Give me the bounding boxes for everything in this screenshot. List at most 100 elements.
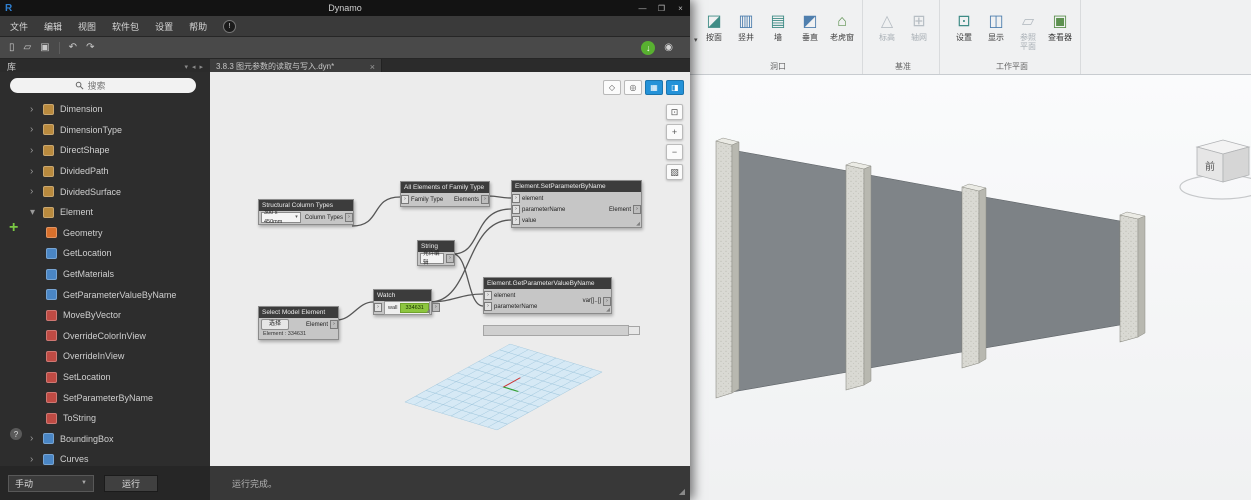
wall-panel[interactable] <box>864 174 962 369</box>
node-element-setparameterbyname[interactable]: Element.SetParameterByName ›element ›par… <box>511 180 642 228</box>
concrete-column[interactable] <box>846 162 871 390</box>
library-item-tostring[interactable]: ToString <box>0 408 210 429</box>
node-all-elements-of-family-type[interactable]: All Elements of Family Type › Family Typ… <box>400 181 490 207</box>
geometry-view-icon[interactable]: ◨ <box>666 80 684 95</box>
pane-left-icon[interactable]: ◂ <box>192 63 196 71</box>
notifications-icon[interactable]: ! <box>223 20 236 33</box>
group-label-workplane[interactable]: 工作平面 <box>949 59 1075 74</box>
node-watch[interactable]: Watch › wall 334631 › ◢ <box>373 289 432 315</box>
ribbon-button-show-workplane[interactable]: ◫ 显示 <box>981 11 1011 42</box>
revit-3d-view[interactable]: 前 <box>690 75 1251 500</box>
node-select-model-element[interactable]: Select Model Element 选择 Element› Element… <box>258 306 339 340</box>
ribbon-button-viewer[interactable]: ▣ 查看器 <box>1045 11 1075 42</box>
output-port[interactable]: › <box>446 254 454 263</box>
wire[interactable] <box>337 302 373 320</box>
undo-icon[interactable]: ↶ <box>69 43 77 53</box>
export-workspace-icon[interactable]: ↓ <box>641 41 655 55</box>
library-item-movebyvector[interactable]: MoveByVector <box>0 305 210 326</box>
select-element-button[interactable]: 选择 <box>261 319 289 330</box>
dynamo-titlebar[interactable]: R Dynamo — ❐ × <box>0 0 690 16</box>
search-input[interactable] <box>88 81 132 91</box>
library-category-curves[interactable]: ›Curves <box>0 449 210 466</box>
input-port[interactable]: › <box>484 302 492 311</box>
menu-file[interactable]: 文件 <box>10 20 28 33</box>
wire[interactable] <box>352 197 400 226</box>
graph-view-icon[interactable]: ▦ <box>645 80 663 95</box>
node-title[interactable]: All Elements of Family Type <box>401 182 489 193</box>
minimize-button[interactable]: — <box>633 0 652 16</box>
node-output-preview[interactable] <box>483 325 629 336</box>
node-element-getparametervaluebyname[interactable]: Element.GetParameterValueByName ›element… <box>483 277 612 314</box>
restore-button[interactable]: ❐ <box>652 0 671 16</box>
menu-view[interactable]: 视图 <box>78 20 96 33</box>
zoom-in-icon[interactable]: + <box>666 124 683 140</box>
node-resize-grip[interactable]: ◢ <box>426 309 430 314</box>
ribbon-button-dormer[interactable]: ⌂ 老虎窗 <box>827 11 857 42</box>
ribbon-button-level[interactable]: △ 标高 <box>872 11 902 42</box>
panel-collapse-icon[interactable]: ▾ <box>694 36 698 44</box>
node-string[interactable]: String 允许编辑 › <box>417 240 455 266</box>
output-port[interactable]: › <box>330 320 338 329</box>
family-type-dropdown[interactable]: 300 x 450mm▾ <box>261 212 301 223</box>
redo-icon[interactable]: ↷ <box>86 43 94 53</box>
close-button[interactable]: × <box>671 0 690 16</box>
library-item-getparametervaluebyname[interactable]: GetParameterValueByName <box>0 284 210 305</box>
save-file-icon[interactable]: ▣ <box>40 43 49 53</box>
ribbon-button-wall-opening[interactable]: ▤ 墙 <box>763 11 793 42</box>
node-resize-grip[interactable]: ◢ <box>636 222 640 227</box>
ribbon-button-vertical-opening[interactable]: ◩ 垂直 <box>795 11 825 42</box>
concrete-column[interactable] <box>716 138 739 398</box>
fit-view-icon[interactable]: ⊡ <box>666 104 683 120</box>
input-port[interactable]: › <box>484 291 492 300</box>
menu-help[interactable]: 帮助 <box>189 20 207 33</box>
library-item-setlocation[interactable]: SetLocation <box>0 367 210 388</box>
input-port[interactable]: › <box>401 195 409 204</box>
viewcube[interactable]: 前 <box>1180 140 1251 199</box>
library-search[interactable] <box>10 78 196 93</box>
node-title[interactable]: Element.SetParameterByName <box>512 181 641 192</box>
wire[interactable] <box>453 209 511 254</box>
library-category-dividedpath[interactable]: ›DividedPath <box>0 161 210 182</box>
library-category-dimension[interactable]: ›Dimension <box>0 99 210 120</box>
library-category-boundingbox[interactable]: ›BoundingBox <box>0 429 210 450</box>
library-item-overrideinview[interactable]: OverrideInView <box>0 346 210 367</box>
wall-panel[interactable] <box>732 150 848 392</box>
ribbon-button-opening-by-face[interactable]: ◪ 按面 <box>699 11 729 42</box>
camera-icon[interactable]: ◉ <box>664 42 673 53</box>
concrete-column[interactable] <box>1120 212 1145 342</box>
wire[interactable] <box>488 196 511 198</box>
input-port[interactable]: › <box>512 216 520 225</box>
menu-packages[interactable]: 软件包 <box>112 20 139 33</box>
library-item-setparameterbyname[interactable]: SetParameterByName <box>0 387 210 408</box>
output-port[interactable]: › <box>633 205 641 214</box>
orbit-icon[interactable]: ◇ <box>603 80 621 95</box>
library-item-geometry[interactable]: Geometry <box>0 223 210 244</box>
node-title[interactable]: Element.GetParameterValueByName <box>484 278 611 289</box>
pan-icon[interactable]: ▧ <box>666 164 683 180</box>
run-mode-select[interactable]: 手动 ▼ <box>8 475 94 492</box>
ribbon-button-grid[interactable]: ⊞ 轴网 <box>904 11 934 42</box>
wall-panel[interactable] <box>979 196 1120 349</box>
tab-close-icon[interactable]: × <box>370 62 375 72</box>
pane-right-icon[interactable]: ▸ <box>199 63 203 71</box>
open-file-icon[interactable]: ▱ <box>24 43 32 53</box>
concrete-column[interactable] <box>962 184 986 368</box>
library-item-getlocation[interactable]: GetLocation <box>0 243 210 264</box>
node-resize-grip[interactable]: ◢ <box>606 308 610 313</box>
library-item-getmaterials[interactable]: GetMaterials <box>0 264 210 285</box>
pan-mode-icon[interactable]: ◎ <box>624 80 642 95</box>
library-category-dimensiontype[interactable]: ›DimensionType <box>0 120 210 141</box>
group-label-opening[interactable]: 洞口 <box>699 59 857 74</box>
zoom-out-icon[interactable]: − <box>666 144 683 160</box>
ribbon-button-reference-plane[interactable]: ▱ 参照平面 <box>1013 11 1043 51</box>
input-port[interactable]: › <box>374 303 382 312</box>
library-item-overridecolorinview[interactable]: OverrideColorInView <box>0 326 210 347</box>
window-resize-grip[interactable]: ◢ <box>679 487 685 496</box>
group-label-datum[interactable]: 基准 <box>872 59 934 74</box>
output-port[interactable]: › <box>345 213 353 222</box>
library-category-dividedsurface[interactable]: ›DividedSurface <box>0 181 210 202</box>
output-port[interactable]: › <box>603 297 611 306</box>
string-value-input[interactable]: 允许编辑 <box>420 253 444 264</box>
output-port[interactable]: › <box>432 303 440 312</box>
input-port[interactable]: › <box>512 205 520 214</box>
